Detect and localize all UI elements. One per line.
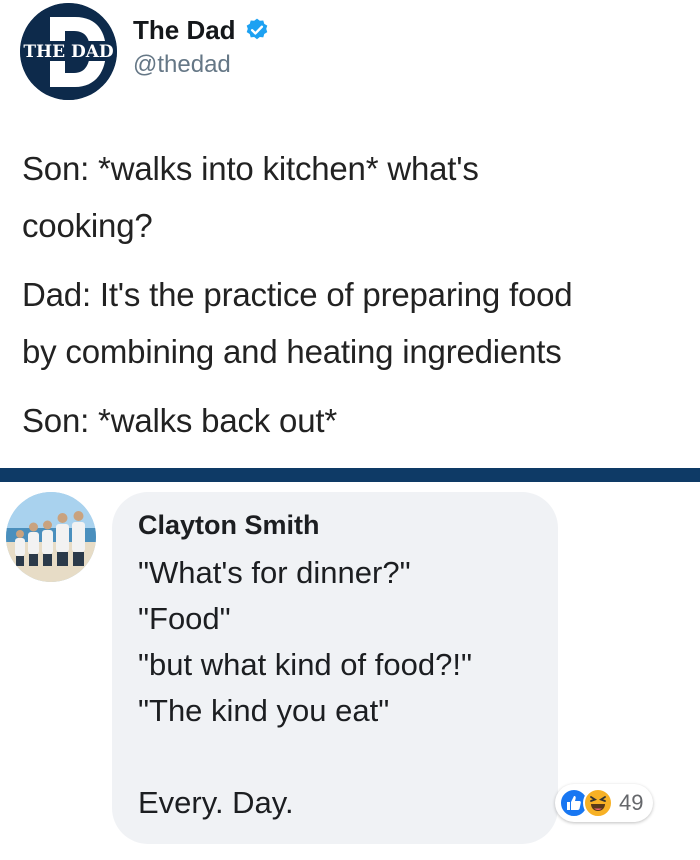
verified-badge-icon bbox=[244, 17, 270, 43]
haha-icon bbox=[583, 788, 613, 818]
comment-text: "What's for dinner?" "Food" "but what ki… bbox=[138, 550, 472, 826]
family-photo-icon bbox=[6, 492, 96, 582]
tweet-display-name[interactable]: The Dad bbox=[133, 14, 236, 46]
logo-text: THE DAD bbox=[23, 42, 114, 62]
tweet-line: Dad: It's the practice of preparing food bbox=[22, 276, 573, 313]
commenter-name[interactable]: Clayton Smith bbox=[138, 510, 320, 541]
section-divider bbox=[0, 468, 700, 482]
the-dad-logo: THE DAD bbox=[20, 3, 117, 100]
reaction-count: 49 bbox=[619, 790, 644, 815]
facebook-comment: Clayton Smith "What's for dinner?" "Food… bbox=[0, 482, 700, 860]
tweet-line: Son: *walks into kitchen* what's bbox=[22, 150, 479, 187]
tweet-line: by combining and heating ingredients bbox=[22, 333, 562, 370]
tweet-line: cooking? bbox=[22, 207, 153, 244]
tweet-handle[interactable]: @thedad bbox=[133, 48, 270, 82]
reactions-summary[interactable]: 49 bbox=[555, 784, 654, 822]
comment-line: "but what kind of food?!" bbox=[138, 647, 472, 682]
tweet-line: Son: *walks back out* bbox=[22, 402, 337, 439]
comment-line: "What's for dinner?" bbox=[138, 555, 411, 590]
the-dad-logo-avatar[interactable]: THE DAD bbox=[20, 3, 117, 100]
comment-line: Every. Day. bbox=[138, 785, 294, 820]
tweet-card: THE DAD The Dad @thedad Son: *walks into… bbox=[0, 0, 700, 468]
comment-line: "The kind you eat" bbox=[138, 693, 390, 728]
comment-blank-line bbox=[138, 734, 472, 780]
commenter-avatar[interactable] bbox=[6, 492, 96, 582]
comment-line: "Food" bbox=[138, 601, 231, 636]
comment-bubble: Clayton Smith "What's for dinner?" "Food… bbox=[112, 492, 558, 844]
tweet-text: Son: *walks into kitchen* what's cooking… bbox=[22, 140, 682, 449]
